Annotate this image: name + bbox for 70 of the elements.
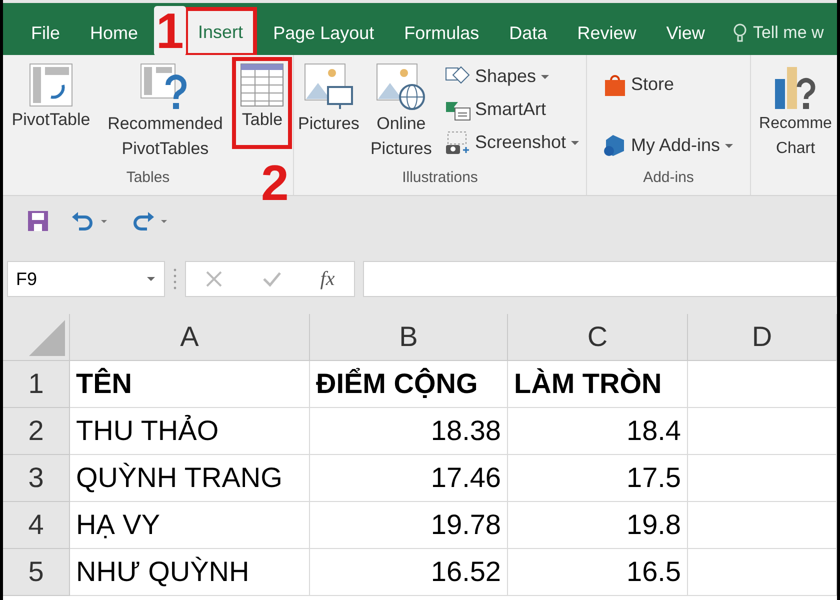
caret-icon	[724, 142, 734, 148]
table-cell: 19.78	[310, 502, 508, 549]
table-cell: 18.38	[310, 408, 508, 455]
ribbon-button[interactable]: PivotTable	[8, 61, 94, 169]
picture-globe-icon	[376, 63, 426, 111]
ribbon-tab[interactable]: Data	[497, 11, 560, 55]
group-label: Add-ins	[643, 169, 694, 188]
ribbon-tab[interactable]: Home	[78, 11, 150, 55]
cancel-icon[interactable]	[205, 270, 224, 288]
cube-icon	[602, 134, 627, 158]
ribbon-button[interactable]: Online Pictures	[365, 61, 437, 169]
camera-icon	[444, 130, 471, 154]
table-cell: NHƯ QUỲNH	[70, 549, 310, 596]
table-cell: 17.46	[310, 455, 508, 502]
picture-monitor-icon	[304, 63, 354, 111]
caret-icon	[570, 140, 580, 146]
formula-field[interactable]	[363, 261, 837, 297]
enter-icon[interactable]	[262, 270, 282, 288]
name-box[interactable]: F9	[7, 261, 165, 297]
row-header[interactable]: 2	[3, 408, 70, 455]
column-header[interactable]: C	[508, 314, 688, 361]
ribbon-tab[interactable]: Insert	[186, 9, 256, 55]
table-cell: 18.4	[508, 408, 688, 455]
ribbon-tab[interactable]: File	[19, 11, 72, 55]
tell-me-field[interactable]: Tell me w	[732, 11, 824, 55]
table-cell: 17.5	[508, 455, 688, 502]
save-icon[interactable]	[27, 210, 49, 232]
caret-icon	[146, 276, 156, 282]
ribbon-button[interactable]: Pictures	[294, 61, 364, 169]
ribbon-button[interactable]: Table	[236, 61, 288, 145]
table-cell: HẠ VY	[70, 502, 310, 549]
ribbon-tab[interactable]: View	[654, 11, 717, 55]
column-header[interactable]: B	[310, 314, 508, 361]
table-cell: QUỲNH TRANG	[70, 455, 310, 502]
table-cell: LÀM TRÒN	[508, 361, 688, 408]
ribbon-button[interactable]: Recommended PivotTables	[96, 61, 234, 169]
column-header[interactable]: D	[688, 314, 837, 361]
caret-icon	[540, 74, 550, 80]
group-label: Illustrations	[402, 169, 478, 188]
insert-function-button[interactable]: fx	[320, 268, 335, 290]
pivot-table-icon	[29, 63, 73, 107]
ribbon-tab[interactable]: Page Layout	[261, 11, 386, 55]
ribbon-button[interactable]: My Add-ins	[602, 130, 734, 161]
ribbon-button[interactable]: Shapes	[444, 61, 580, 92]
table-cell: 19.8	[508, 502, 688, 549]
table-cell: THU THẢO	[70, 408, 310, 455]
redo-icon[interactable]	[131, 211, 169, 231]
group-label: Tables	[126, 169, 170, 188]
lightbulb-icon	[732, 23, 747, 43]
ribbon-button[interactable]: Screenshot	[444, 127, 580, 158]
ribbon-tab[interactable]: Formulas	[392, 11, 492, 55]
table-cell: 16.52	[310, 549, 508, 596]
table-cell: 16.5	[508, 549, 688, 596]
step-number: 1	[154, 6, 186, 56]
step-number: 2	[260, 158, 290, 208]
ribbon-tab[interactable]: Review	[565, 11, 648, 55]
table-cell: ĐIỂM CỘNG	[310, 361, 508, 408]
table-icon	[240, 63, 284, 107]
ribbon-button[interactable]: Recomme Chart	[751, 61, 837, 169]
select-all-icon[interactable]	[29, 320, 65, 356]
ribbon-button[interactable]: Store	[602, 69, 734, 100]
table-cell: TÊN	[70, 361, 310, 408]
undo-icon[interactable]	[71, 211, 109, 231]
ribbon-button[interactable]: SmartArt	[444, 94, 580, 125]
row-header[interactable]: 1	[3, 361, 70, 408]
grip-icon	[173, 268, 177, 290]
row-header[interactable]: 3	[3, 455, 70, 502]
row-header[interactable]: 5	[3, 549, 70, 596]
column-header[interactable]: A	[70, 314, 310, 361]
row-header[interactable]: 4	[3, 502, 70, 549]
